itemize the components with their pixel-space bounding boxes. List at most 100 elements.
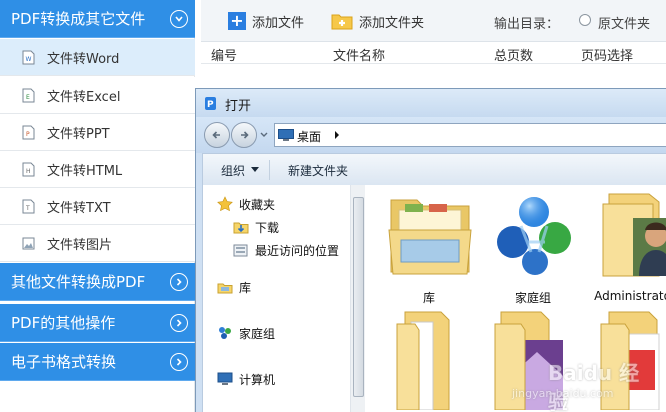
sidebar-item-label: 文件转Word bbox=[47, 51, 120, 67]
chevron-right-icon[interactable] bbox=[170, 353, 188, 371]
nav-label: 下载 bbox=[255, 220, 280, 235]
dialog-nav-pane: 收藏夹 下载 最近访问的位置 库 家庭组 计算机 bbox=[202, 185, 366, 412]
group-other-to-pdf[interactable]: 其他文件转换成PDF bbox=[0, 263, 195, 301]
sidebar-item-label: 文件转HTML bbox=[47, 163, 123, 179]
group-pdf-other-ops[interactable]: PDF的其他操作 bbox=[0, 304, 195, 342]
svg-text:T: T bbox=[25, 205, 30, 212]
sidebar-item-label: 文件转Excel bbox=[47, 89, 121, 105]
image-doc-icon bbox=[22, 237, 35, 249]
col-page-select[interactable]: 页码选择 bbox=[581, 45, 633, 64]
sidebar-item-word[interactable]: W 文件转Word bbox=[0, 39, 195, 76]
col-total-pages[interactable]: 总页数 bbox=[494, 45, 533, 64]
file-item-libraries[interactable]: 库 bbox=[379, 190, 479, 308]
plus-icon: + bbox=[228, 12, 246, 30]
nav-label: 库 bbox=[239, 280, 252, 295]
baidu-jingyan-watermark: Baidu 经验 jingyan.baidu.com bbox=[508, 355, 658, 412]
svg-text:P: P bbox=[207, 100, 214, 110]
nav-label: 收藏夹 bbox=[239, 197, 276, 212]
col-number[interactable]: 编号 bbox=[211, 45, 237, 64]
dialog-title: 打开 bbox=[225, 99, 252, 114]
watermark-text: Baidu 经验 bbox=[548, 361, 640, 412]
address-text: 桌面 bbox=[297, 130, 322, 144]
library-folder-icon bbox=[388, 199, 472, 275]
svg-text:E: E bbox=[26, 94, 30, 101]
nav-libraries[interactable]: 库 bbox=[217, 278, 251, 296]
homegroup-icon bbox=[497, 197, 571, 275]
sidebar-item-excel[interactable]: E 文件转Excel bbox=[0, 77, 195, 114]
col-filename[interactable]: 文件名称 bbox=[333, 45, 385, 64]
sidebar-item-label: 文件转TXT bbox=[47, 200, 111, 216]
group-title: 电子书格式转换 bbox=[11, 353, 117, 371]
add-file-button[interactable]: + 添加文件 bbox=[228, 10, 304, 32]
svg-text:H: H bbox=[26, 168, 31, 175]
nav-computer[interactable]: 计算机 bbox=[217, 370, 275, 388]
back-button[interactable] bbox=[204, 122, 230, 148]
sidebar-item-txt[interactable]: T 文件转TXT bbox=[0, 188, 195, 225]
library-icon bbox=[217, 283, 233, 294]
watermark-url: jingyan.baidu.com bbox=[512, 387, 614, 400]
group-pdf-to-other[interactable]: PDF转换成其它文件 bbox=[0, 0, 195, 38]
sidebar-item-image[interactable]: 文件转图片 bbox=[0, 225, 195, 262]
file-name: 家庭组 bbox=[514, 291, 551, 305]
divider bbox=[269, 160, 270, 180]
desktop-icon bbox=[278, 129, 294, 141]
group-title: PDF的其他操作 bbox=[11, 314, 116, 332]
nav-downloads[interactable]: 下载 bbox=[233, 218, 279, 236]
sidebar-item-ppt[interactable]: P 文件转PPT bbox=[0, 114, 195, 151]
source-folder-radio[interactable] bbox=[579, 14, 591, 26]
dialog-titlebar[interactable]: P 打开 bbox=[196, 89, 666, 117]
download-folder-icon bbox=[233, 222, 249, 234]
nav-recent-places[interactable]: 最近访问的位置 bbox=[233, 241, 339, 259]
chevron-down-icon[interactable] bbox=[170, 10, 188, 28]
organize-dropdown-icon bbox=[251, 167, 259, 172]
ppt-doc-icon: P bbox=[22, 125, 35, 139]
file-table-header: 编号 文件名称 总页数 页码选择 bbox=[201, 42, 666, 64]
recent-places-icon bbox=[233, 244, 248, 257]
recent-pages-dropdown-icon[interactable] bbox=[259, 129, 269, 139]
file-item-administrator[interactable]: Administrator bbox=[585, 190, 666, 308]
organize-button[interactable]: 组织 bbox=[221, 162, 245, 179]
dialog-nav-bar: 桌面 bbox=[196, 117, 666, 153]
star-icon bbox=[217, 196, 233, 212]
new-folder-button[interactable]: 新建文件夹 bbox=[288, 162, 348, 179]
address-bar[interactable]: 桌面 bbox=[274, 123, 666, 147]
nav-label: 家庭组 bbox=[239, 326, 276, 341]
group-ebook-convert[interactable]: 电子书格式转换 bbox=[0, 343, 195, 381]
forward-button[interactable] bbox=[231, 122, 257, 148]
word-doc-icon: W bbox=[22, 50, 35, 64]
back-arrow-icon bbox=[212, 131, 220, 139]
folder-item[interactable] bbox=[379, 310, 479, 412]
sidebar-item-html[interactable]: H 文件转HTML bbox=[0, 151, 195, 188]
homegroup-icon bbox=[219, 327, 231, 339]
computer-icon bbox=[217, 372, 233, 385]
output-dir-label: 输出目录： bbox=[494, 17, 560, 32]
group-title: PDF转换成其它文件 bbox=[11, 10, 146, 28]
chevron-right-icon[interactable] bbox=[170, 273, 188, 291]
nav-favorites[interactable]: 收藏夹 bbox=[217, 195, 275, 213]
main-toolbar: + 添加文件 添加文件夹 输出目录： 原文件夹 bbox=[201, 0, 666, 42]
source-folder-label[interactable]: 原文件夹 bbox=[598, 13, 650, 32]
nav-label: 计算机 bbox=[239, 372, 276, 387]
svg-text:W: W bbox=[26, 56, 32, 63]
sidebar: PDF转换成其它文件 W 文件转Word E 文件转Excel P 文件转PPT… bbox=[0, 0, 195, 412]
breadcrumb-arrow-icon[interactable] bbox=[333, 130, 341, 140]
group-title: 其他文件转换成PDF bbox=[11, 273, 146, 291]
folder-icon bbox=[396, 311, 450, 410]
chevron-right-icon[interactable] bbox=[170, 314, 188, 332]
nav-label: 最近访问的位置 bbox=[255, 243, 340, 258]
excel-doc-icon: E bbox=[22, 88, 35, 102]
nav-pane-scrollbar[interactable] bbox=[350, 185, 366, 412]
add-file-label: 添加文件 bbox=[252, 15, 305, 31]
html-doc-icon: H bbox=[22, 162, 35, 176]
file-name: Administrator bbox=[594, 289, 666, 303]
nav-homegroup[interactable]: 家庭组 bbox=[217, 324, 275, 342]
sidebar-item-label: 文件转图片 bbox=[47, 237, 113, 253]
forward-arrow-icon bbox=[241, 131, 249, 139]
sidebar-item-label: 文件转PPT bbox=[47, 126, 110, 142]
file-name: 库 bbox=[422, 291, 435, 305]
scrollbar-thumb[interactable] bbox=[353, 197, 364, 397]
svg-text:P: P bbox=[26, 131, 30, 138]
add-folder-button[interactable]: 添加文件夹 bbox=[331, 10, 424, 32]
file-item-homegroup[interactable]: 家庭组 bbox=[483, 190, 583, 308]
user-folder-icon bbox=[602, 193, 666, 277]
